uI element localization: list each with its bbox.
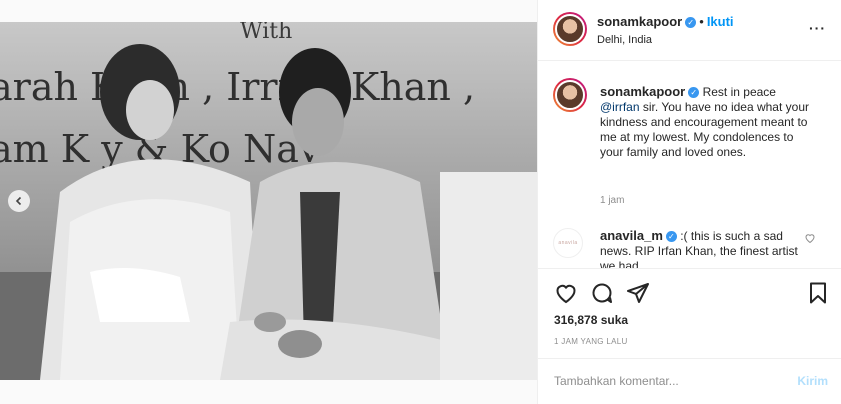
post-time[interactable]: 1 JAM YANG LALU [554,337,628,346]
caption-text-part: Rest in peace [699,85,776,99]
previous-photo-button[interactable] [8,190,30,212]
backdrop-text-2: arah Khan , Irrfan Khan , [0,65,475,109]
comments-list[interactable]: sonamkapoor ✓ Rest in peace @irrfan sir. … [538,62,841,268]
comment-icon[interactable] [590,281,614,305]
caption-avatar[interactable] [553,78,587,112]
verified-icon: ✓ [688,87,700,99]
post-comment-button[interactable]: Kirim [797,374,828,388]
bookmark-icon[interactable] [806,281,830,305]
caption-time[interactable]: 1 jam [600,195,624,206]
photo-top-margin [0,0,537,22]
chevron-left-icon [15,196,22,206]
post-photo[interactable]: With arah Khan , Irrfan Khan , am K y & … [0,22,537,380]
separator-dot: • [699,14,704,29]
author-line: sonamkapoor ✓ • Ikuti [597,14,734,29]
verified-icon: ✓ [685,17,697,29]
post-details-panel: sonamkapoor ✓ • Ikuti Delhi, India ··· sona… [537,0,841,404]
author-avatar[interactable] [553,12,587,46]
caption-username[interactable]: sonamkapoor [600,84,685,99]
heart-icon[interactable] [554,281,578,305]
post-location[interactable]: Delhi, India [597,34,652,46]
add-comment-bar: Kirim [538,358,841,404]
follow-button[interactable]: Ikuti [707,14,734,29]
post-header: sonamkapoor ✓ • Ikuti Delhi, India ··· [538,0,841,61]
comment-text: anavila_m ✓ :( this is such a sad news. R… [600,228,815,268]
verified-icon: ✓ [665,231,677,243]
like-comment-icon[interactable] [804,232,816,244]
commenter-avatar[interactable]: anavila [553,228,583,258]
backdrop-text-1: With [240,22,292,44]
more-icon[interactable]: ··· [809,20,826,36]
author-username[interactable]: sonamkapoor [597,14,682,29]
post-photo-image: With arah Khan , Irrfan Khan , am K y & … [0,22,537,380]
likes-count[interactable]: 316,878 suka [554,313,628,327]
mention-link[interactable]: @irrfan [600,100,640,114]
share-icon[interactable] [626,281,650,305]
commenter-username[interactable]: anavila_m [600,228,663,243]
caption-text: sonamkapoor ✓ Rest in peace @irrfan sir. … [600,84,815,160]
comment-input[interactable] [554,371,784,391]
photo-bottom-margin [0,380,537,404]
